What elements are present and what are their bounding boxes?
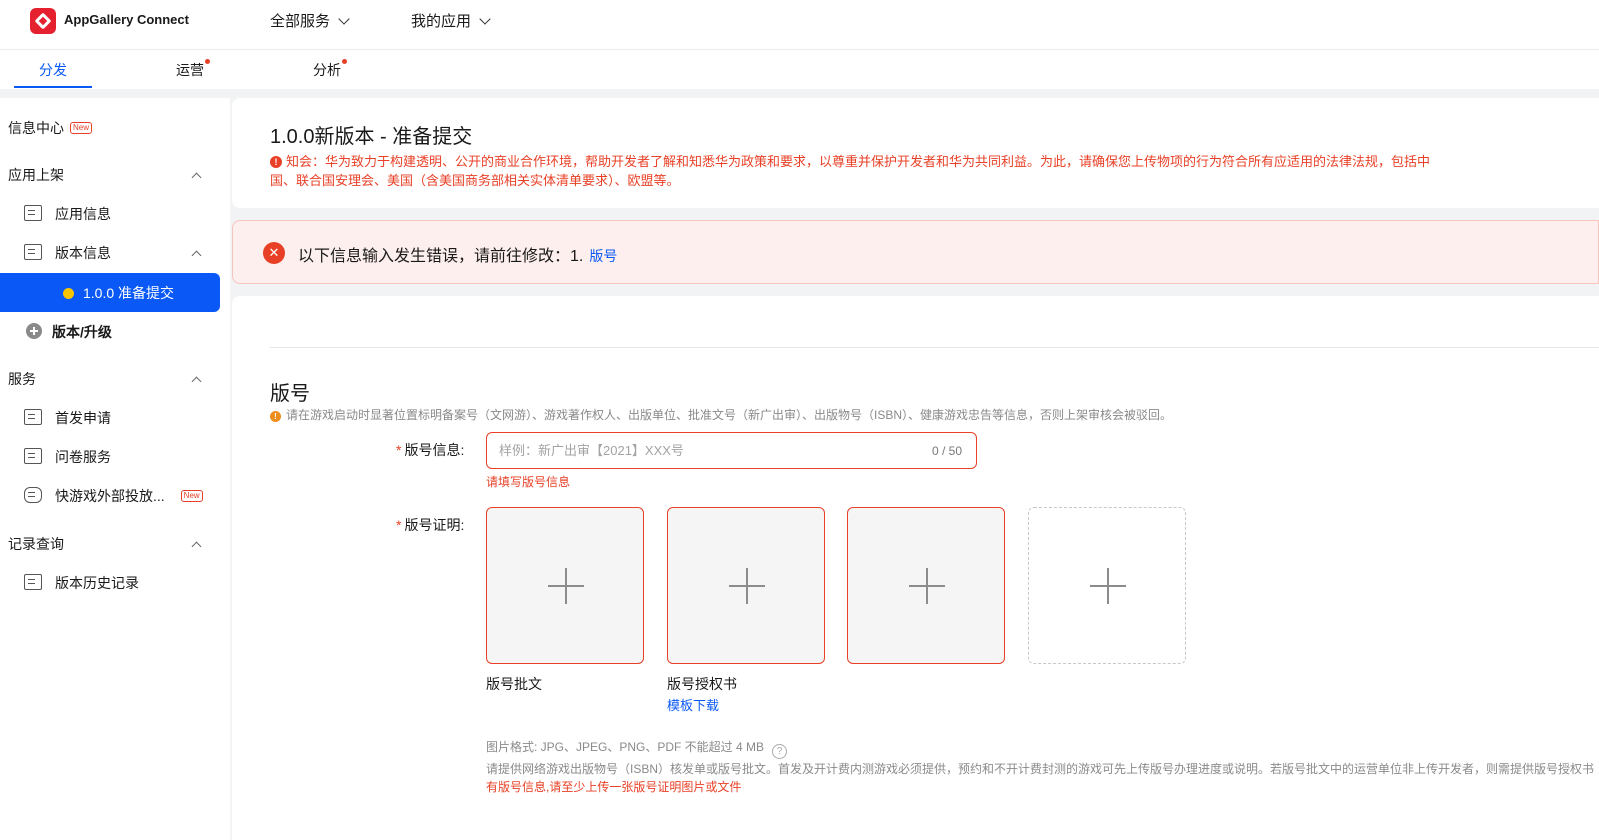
notification-dot	[205, 59, 210, 64]
sidebar-group-label: 应用上架	[8, 167, 64, 183]
sidebar-item-label: 版本信息	[55, 245, 111, 261]
nav-all-services-label: 全部服务	[270, 13, 331, 30]
plus-icon	[746, 568, 748, 604]
sidebar-item-label: 首发申请	[55, 410, 111, 426]
error-banner-message: 以下信息输入发生错误，请前往修改：1.	[298, 248, 584, 265]
format-hint: 图片格式: JPG、JPEG、PNG、PDF 不能超过 4 MB?	[486, 738, 788, 759]
gamepad-icon	[24, 487, 42, 503]
app-info-icon	[24, 205, 42, 221]
license-proof-label-text: 版号证明:	[404, 517, 465, 533]
sidebar-item-label: 信息中心	[8, 120, 64, 136]
license-proof-label: * 版号证明:	[396, 515, 464, 535]
section-tip-text: 请在游戏启动时显著位置标明备案号（文网游）、游戏著作权人、出版单位、批准文号（新…	[286, 408, 1173, 422]
error-banner: ✕ 以下信息输入发生错误，请前往修改：1. 版号	[232, 220, 1599, 284]
plus-icon	[926, 568, 928, 604]
sidebar: 信息中心 New 应用上架 应用信息 版本信息 1.0.0 准备提交 版本/升级…	[0, 98, 230, 840]
char-counter: 0 / 50	[932, 444, 963, 458]
top-bar: AppGallery Connect 全部服务 我的应用	[0, 0, 1599, 50]
sidebar-item-info-center[interactable]: 信息中心 New	[8, 118, 238, 138]
sidebar-item-label: 应用信息	[55, 206, 111, 222]
chevron-down-icon	[479, 12, 491, 25]
required-mark: *	[396, 517, 402, 533]
nav-all-services[interactable]: 全部服务	[270, 10, 350, 31]
tab-operations[interactable]: 运营	[176, 60, 204, 80]
version-info-icon	[24, 244, 42, 260]
first-release-icon	[24, 409, 42, 425]
required-mark: *	[396, 442, 402, 458]
upload-slot-authorization[interactable]	[667, 507, 825, 664]
status-dot-icon	[63, 288, 74, 299]
sidebar-group-app-listing[interactable]: 应用上架	[8, 165, 238, 185]
help-icon[interactable]: ?	[772, 744, 788, 759]
section-tip: ! 请在游戏启动时显著位置标明备案号（文网游）、游戏著作权人、出版单位、批准文号（…	[270, 406, 1172, 423]
upload-label-approval: 版号批文	[486, 676, 542, 692]
sidebar-item-label: 1.0.0 准备提交	[83, 285, 175, 301]
nav-my-apps-label: 我的应用	[411, 13, 472, 30]
tab-bar: 分发 运营 分析	[0, 50, 1599, 89]
section-title: 版号	[270, 383, 310, 405]
isbn-hint: 请提供网络游戏出版物号（ISBN）核发单或版号批文。首发及开计费内测游戏必须提供…	[486, 762, 1595, 776]
error-link-license[interactable]: 版号	[589, 248, 617, 264]
new-badge: New	[70, 122, 93, 134]
chevron-down-icon	[338, 12, 350, 25]
active-tab-indicator	[14, 86, 92, 88]
license-info-label-text: 版号信息:	[404, 442, 465, 458]
upload-error: 有版号信息,请至少上传一张版号证明图片或文件	[486, 780, 742, 794]
page-header-card: 1.0.0新版本 - 准备提交 ! 知会：华为致力于构建透明、公开的商业合作环境，…	[232, 98, 1599, 208]
error-icon: ✕	[263, 242, 285, 264]
sidebar-group-label: 记录查询	[8, 536, 64, 552]
upload-slot-approval[interactable]	[486, 507, 644, 664]
tab-distribution[interactable]: 分发	[39, 60, 67, 80]
warning-icon: !	[270, 411, 281, 422]
license-info-input[interactable]	[486, 432, 977, 469]
sidebar-item-label: 问卷服务	[55, 449, 111, 465]
sidebar-group-label: 服务	[8, 371, 36, 387]
appgallery-logo-icon[interactable]	[30, 8, 56, 34]
license-form-card: 版号 ! 请在游戏启动时显著位置标明备案号（文网游）、游戏著作权人、出版单位、批准…	[232, 296, 1599, 840]
template-download-link[interactable]: 模板下载	[667, 695, 719, 714]
sidebar-group-services[interactable]: 服务	[8, 369, 238, 389]
new-badge: New	[180, 490, 203, 502]
tab-analytics[interactable]: 分析	[313, 60, 341, 80]
format-hint-text: 图片格式: JPG、JPEG、PNG、PDF 不能超过 4 MB	[486, 740, 765, 754]
add-circle-icon	[26, 323, 42, 339]
plus-icon	[1107, 568, 1109, 604]
compliance-notice: ! 知会：华为致力于构建透明、公开的商业合作环境，帮助开发者了解和知悉华为政策和要…	[270, 152, 1440, 190]
compliance-notice-text: 知会：华为致力于构建透明、公开的商业合作环境，帮助开发者了解和知悉华为政策和要求…	[270, 154, 1431, 188]
sidebar-item-label: 版本/升级	[52, 324, 112, 340]
history-icon	[24, 574, 42, 590]
upload-slot-3[interactable]	[847, 507, 1005, 664]
upload-slot-4[interactable]	[1028, 507, 1186, 664]
sidebar-item-label: 版本历史记录	[55, 575, 139, 591]
divider	[270, 347, 1599, 348]
alert-icon: !	[270, 156, 282, 168]
license-info-label: * 版号信息:	[396, 440, 464, 460]
upload-label-authorization: 版号授权书	[667, 676, 737, 692]
error-banner-text: 以下信息输入发生错误，请前往修改：1. 版号	[298, 242, 617, 266]
sidebar-group-records[interactable]: 记录查询	[8, 534, 238, 554]
notification-dot	[342, 59, 347, 64]
page-title: 1.0.0新版本 - 准备提交	[270, 126, 473, 148]
nav-my-apps[interactable]: 我的应用	[411, 10, 491, 31]
survey-icon	[24, 448, 42, 464]
license-info-error: 请填写版号信息	[486, 475, 571, 489]
sidebar-item-label: 快游戏外部投放...	[55, 488, 165, 504]
brand-name[interactable]: AppGallery Connect	[64, 12, 189, 27]
plus-icon	[565, 568, 567, 604]
